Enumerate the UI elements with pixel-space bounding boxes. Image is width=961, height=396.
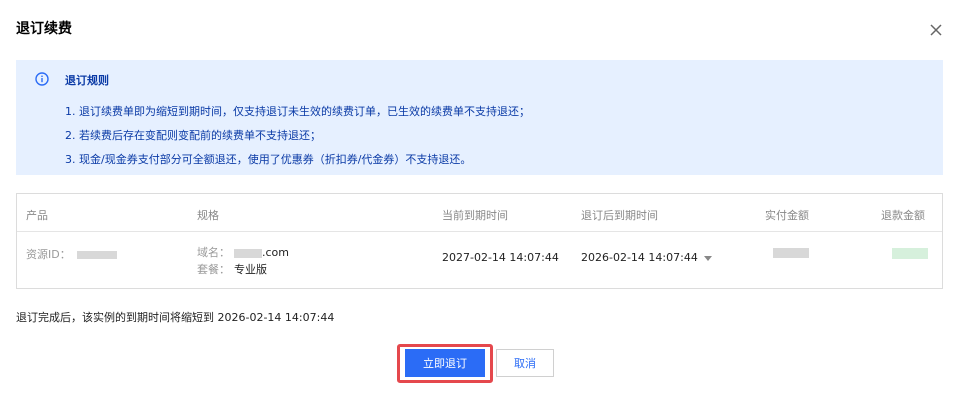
close-icon[interactable]: [926, 20, 946, 40]
refund-table: 产品 规格 当前到期时间 退订后到期时间 实付金额 退款金额 资源ID： 域名：…: [16, 193, 943, 289]
header-new-expiry: 退订后到期时间: [581, 209, 658, 222]
notice-title: 退订规则: [65, 74, 109, 87]
package-value: 专业版: [234, 263, 267, 276]
paid-amount-redacted: [773, 248, 809, 258]
notice-rule-1: 1. 退订续费单即为缩短到期时间，仅支持退订未生效的续费订单，已生效的续费单不支…: [65, 105, 530, 118]
header-product: 产品: [26, 209, 48, 222]
cancel-button[interactable]: 取消: [496, 349, 554, 377]
notice-rule-3: 3. 现金/现金券支付部分可全额退还，使用了优惠券（折扣券/代金券）不支持退还。: [65, 153, 472, 166]
domain-cell: 域名： .com: [197, 244, 289, 260]
refund-rules-notice: 退订规则 1. 退订续费单即为缩短到期时间，仅支持退订未生效的续费订单，已生效的…: [16, 60, 943, 175]
refund-footer-note: 退订完成后，该实例的到期时间将缩短到 2026-02-14 14:07:44: [16, 311, 335, 324]
package-cell: 套餐： 专业版: [197, 261, 267, 277]
domain-label: 域名：: [197, 246, 230, 259]
header-refund-amount: 退款金额: [881, 209, 925, 222]
resource-id-label: 资源ID：: [26, 248, 71, 261]
refund-amount-redacted: [892, 247, 928, 259]
resource-id-redacted: [76, 251, 117, 259]
resource-id-cell: 资源ID：: [26, 246, 117, 262]
header-paid-amount: 实付金额: [765, 209, 809, 222]
header-spec: 规格: [197, 209, 219, 222]
new-expiry-value: 2026-02-14 14:07:44: [581, 251, 698, 264]
table-header-row: 产品 规格 当前到期时间 退订后到期时间 实付金额 退款金额: [17, 194, 942, 232]
chevron-down-icon: [703, 255, 712, 261]
refund-amount-cell: [892, 246, 928, 259]
new-expiry-select[interactable]: 2026-02-14 14:07:44: [581, 251, 712, 264]
dialog-title: 退订续费: [16, 21, 72, 37]
confirm-unsubscribe-button[interactable]: 立即退订: [405, 349, 485, 377]
current-expiry-value: 2027-02-14 14:07:44: [442, 251, 559, 264]
info-icon: [35, 71, 49, 86]
header-current-expiry: 当前到期时间: [442, 209, 508, 222]
paid-amount-cell: [773, 246, 809, 259]
domain-suffix: .com: [262, 246, 289, 259]
package-label: 套餐：: [197, 263, 230, 276]
refund-renewal-dialog: 退订续费 退订规则 1. 退订续费单即为缩短到期时间，仅支持退订未生效的续费订单…: [0, 0, 961, 396]
domain-redacted: [234, 248, 262, 258]
notice-rule-2: 2. 若续费后存在变配则变配前的续费单不支持退还；: [65, 129, 321, 142]
